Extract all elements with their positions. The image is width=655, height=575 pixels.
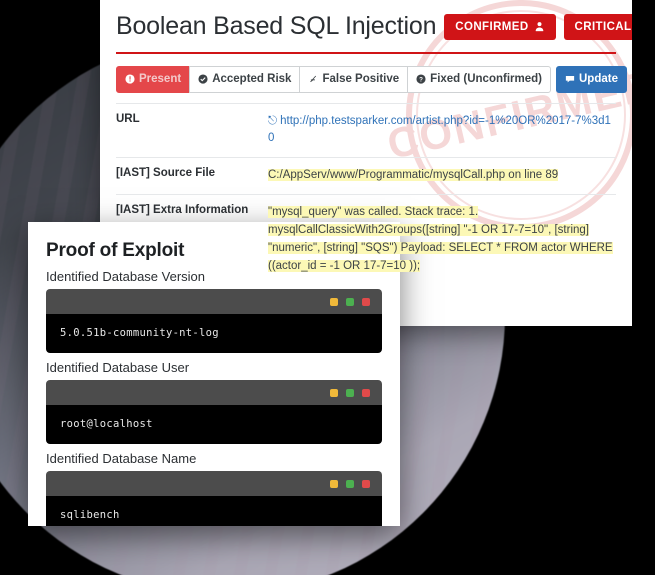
proof-label-db-name: Identified Database Name — [46, 451, 197, 466]
row-value-extra-information: "mysql_query" was called. Stack trace: 1… — [268, 195, 616, 285]
target-url-text: http://php.testsparker.com/artist.php?id… — [268, 114, 611, 145]
update-button[interactable]: Update — [555, 66, 627, 93]
strikethrough-icon — [310, 76, 317, 83]
terminal-maximize-dot[interactable] — [346, 388, 354, 397]
status-button-false-positive-label: False Positive — [322, 73, 400, 85]
extra-information-highlight: "mysql_query" was called. Stack trace: 1… — [268, 206, 613, 272]
terminal-close-dot[interactable] — [362, 297, 370, 306]
terminal-output-db-user: root@localhost — [46, 405, 382, 444]
table-row: [IAST] Extra Information "mysql_query" w… — [116, 194, 616, 285]
table-row: [IAST] Source File C:/AppServ/www/Progra… — [116, 157, 616, 195]
screenshot-stage: CONFIRMED Boolean Based SQL Injection CO… — [0, 0, 655, 575]
status-button-present[interactable]: Present — [116, 66, 191, 93]
svg-text:?: ? — [419, 77, 423, 84]
status-badge-confirmed-label: CONFIRMED — [455, 20, 529, 33]
severity-badge-critical-label: CRITICAL — [574, 20, 632, 33]
action-toolbar: Present Accepted Risk False Positive ? F… — [100, 54, 632, 93]
vulnerability-report-card: CONFIRMED Boolean Based SQL Injection CO… — [100, 0, 632, 326]
question-circle-icon: ? — [416, 74, 426, 84]
severity-badge-critical: CRITICAL — [563, 13, 632, 40]
row-value-source-file: C:/AppServ/www/Programmatic/mysqlCall.ph… — [268, 158, 616, 195]
status-button-fixed-unconfirmed[interactable]: ? Fixed (Unconfirmed) — [407, 66, 551, 93]
check-circle-icon — [198, 74, 208, 84]
proof-label-db-user: Identified Database User — [46, 360, 190, 375]
terminal-titlebar — [46, 380, 382, 405]
status-button-group: Present Accepted Risk False Positive ? F… — [116, 66, 551, 93]
table-row: URL ⎋ http://php.testsparker.com/artist.p… — [116, 103, 616, 158]
source-file-highlight: C:/AppServ/www/Programmatic/mysqlCall.ph… — [268, 169, 559, 182]
update-button-label: Update — [578, 73, 618, 85]
row-label-extra-information: [IAST] Extra Information — [116, 204, 249, 217]
terminal-minimize-dot[interactable] — [330, 297, 338, 306]
terminal-maximize-dot[interactable] — [346, 479, 354, 488]
comment-icon — [565, 76, 575, 83]
terminal-close-dot[interactable] — [362, 479, 370, 488]
exclamation-circle-icon — [125, 74, 135, 84]
terminal-output-db-version: 5.0.51b-community-nt-log — [46, 314, 382, 353]
terminal-maximize-dot[interactable] — [346, 297, 354, 306]
vulnerability-detail-table: URL ⎋ http://php.testsparker.com/artist.p… — [116, 103, 616, 285]
terminal-titlebar — [46, 471, 382, 496]
report-header: Boolean Based SQL Injection CONFIRMED CR… — [100, 0, 632, 41]
row-value-url: ⎋ http://php.testsparker.com/artist.php?i… — [268, 103, 616, 158]
row-label-url: URL — [116, 112, 140, 125]
terminal-db-version: 5.0.51b-community-nt-log — [46, 289, 382, 353]
status-button-fixed-unconfirmed-label: Fixed (Unconfirmed) — [430, 73, 542, 85]
terminal-db-user: root@localhost — [46, 380, 382, 444]
terminal-minimize-dot[interactable] — [330, 388, 338, 397]
status-button-accepted-risk[interactable]: Accepted Risk — [189, 66, 301, 93]
status-button-present-label: Present — [139, 73, 182, 85]
terminal-minimize-dot[interactable] — [330, 479, 338, 488]
row-label-source-file: [IAST] Source File — [116, 167, 216, 180]
page-title: Boolean Based SQL Injection — [116, 12, 437, 40]
external-link-icon: ⎋ — [268, 114, 278, 127]
person-check-icon — [535, 22, 543, 32]
status-button-accepted-risk-label: Accepted Risk — [212, 73, 292, 85]
terminal-output-db-name: sqlibench — [46, 496, 382, 526]
status-badge-confirmed: CONFIRMED — [444, 13, 556, 40]
target-url-link[interactable]: ⎋ http://php.testsparker.com/artist.php?i… — [268, 115, 611, 145]
status-button-false-positive[interactable]: False Positive — [299, 66, 409, 93]
terminal-close-dot[interactable] — [362, 388, 370, 397]
terminal-db-name: sqlibench — [46, 471, 382, 526]
terminal-titlebar — [46, 289, 382, 314]
